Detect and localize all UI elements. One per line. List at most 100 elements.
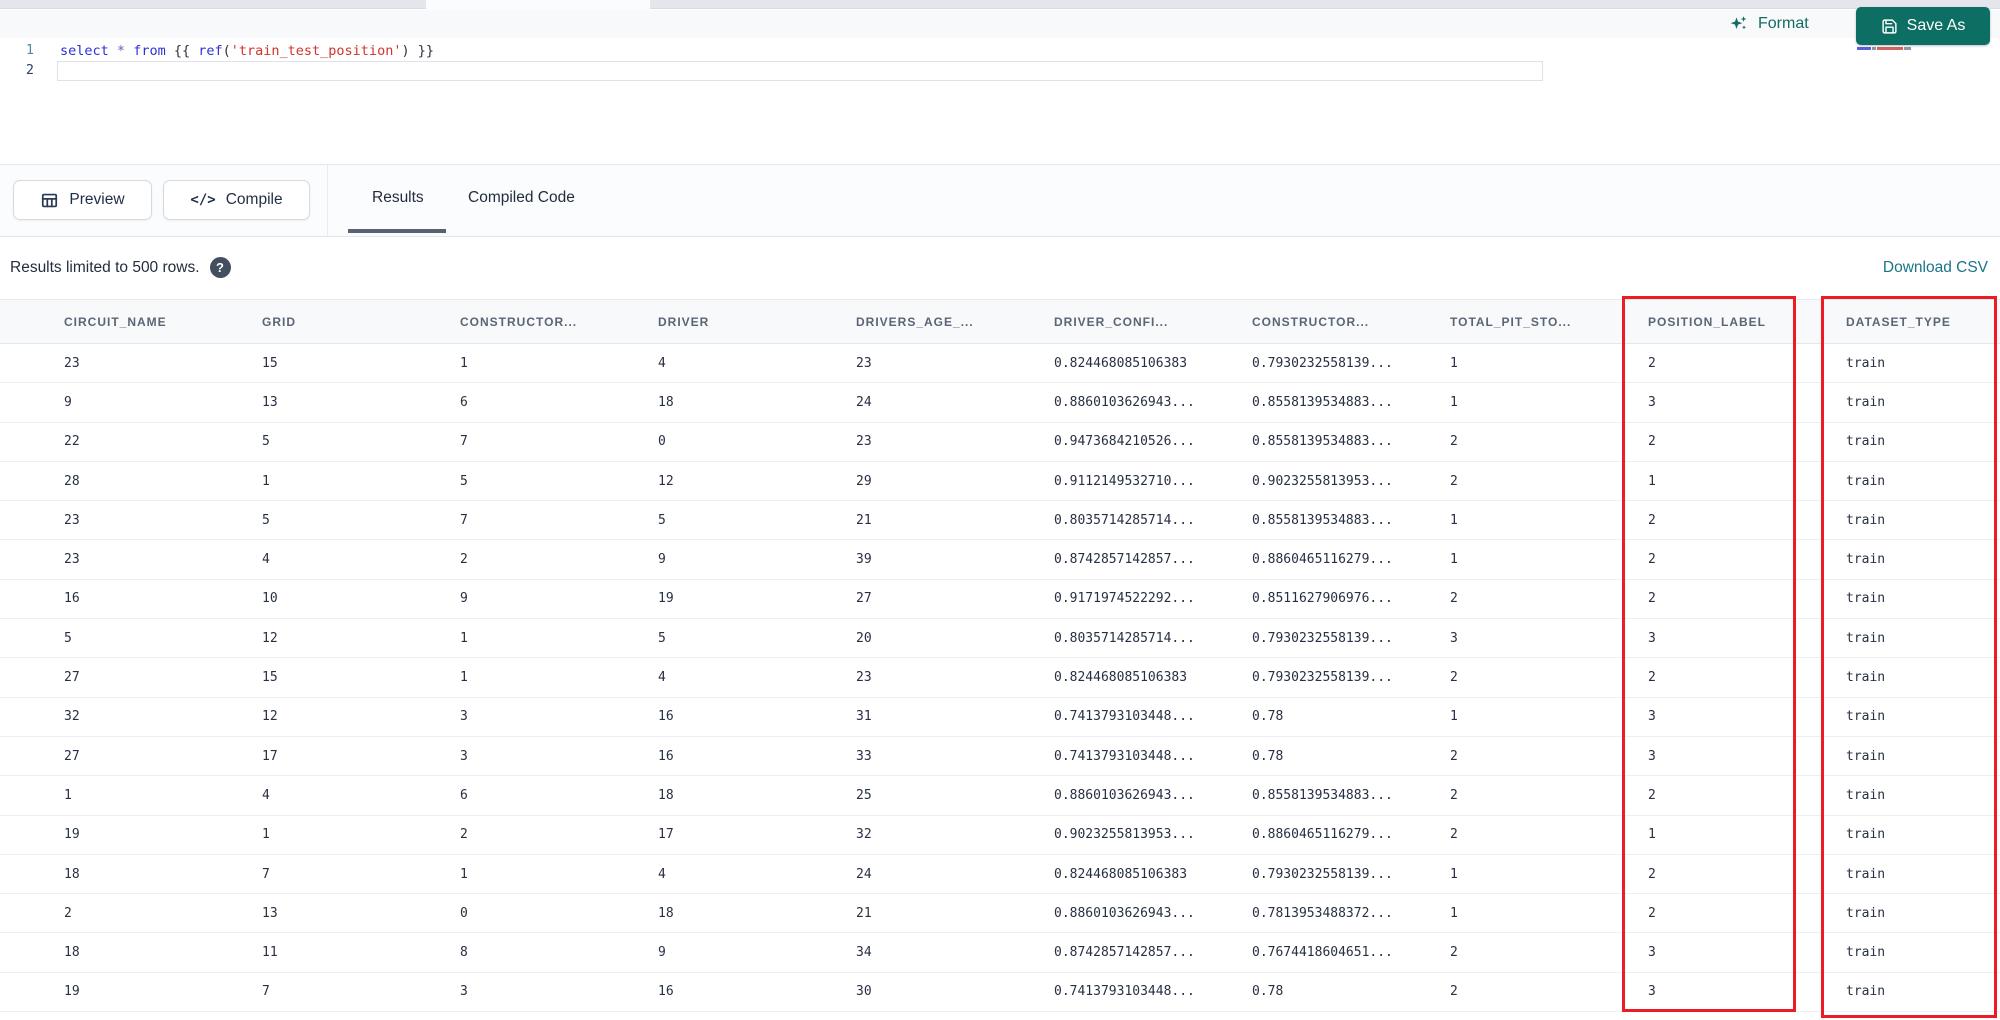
column-header[interactable]: DRIVER	[594, 299, 792, 344]
table-row: 18 11 8 9 34 0.8742857142857... 0.767441860465…	[0, 932, 2000, 973]
table-cell: 4	[198, 775, 396, 816]
compile-button[interactable]: </> Compile	[163, 180, 310, 220]
editor-minimap[interactable]	[1857, 47, 1917, 52]
table-cell: 24	[792, 382, 990, 423]
table-cell: 3	[396, 736, 594, 777]
table-cell: 5	[594, 500, 792, 541]
download-csv-link[interactable]: Download CSV	[1883, 259, 1988, 277]
table-cell: 1	[1386, 539, 1584, 580]
line-number-2: 2	[25, 62, 34, 78]
table-cell: train	[1782, 775, 2000, 816]
sql-editor-page: Format Save As 1 2 select * from {{ ref(…	[0, 0, 2000, 1020]
table-cell: 2	[396, 815, 594, 855]
code-editor[interactable]: 1 2 select * from {{ ref('train_test_pos…	[0, 38, 2000, 164]
table-cell: 22	[0, 422, 198, 462]
table-cell: 33	[792, 736, 990, 777]
table-cell: 2	[1584, 775, 1782, 816]
table-cell: 0.7930232558139...	[1188, 657, 1393, 698]
table-cell: 23	[792, 422, 990, 462]
active-tab-underline	[348, 229, 446, 233]
table-cell: 18	[0, 932, 198, 973]
table-cell: 31	[792, 697, 990, 737]
save-as-button[interactable]: Save As	[1856, 7, 1990, 45]
minimap-segment	[1872, 47, 1876, 50]
table-cell: 3	[1584, 972, 1782, 1013]
table-cell: train	[1782, 461, 2000, 502]
table-cell: 23	[0, 539, 198, 580]
table-cell: 18	[594, 893, 792, 934]
format-button[interactable]: Format	[1729, 12, 1809, 36]
table-cell: 0.824468085106383	[990, 657, 1188, 698]
table-row: 27 15 1 4 23 0.824468085106383 0.7930232558139…	[0, 657, 2000, 698]
column-header[interactable]: POSITION_LABEL	[1584, 299, 1782, 344]
table-row: 23 5 7 5 21 0.8035714285714... 0.8558139534883…	[0, 500, 2000, 541]
table-cell: 21	[792, 500, 990, 541]
column-header[interactable]: CONSTRUCTOR...	[1188, 299, 1386, 344]
table-row: 18 7 1 4 24 0.824468085106383 0.7930232558139.…	[0, 854, 2000, 895]
table-cell: 2	[0, 893, 198, 934]
table-cell: 1	[396, 618, 594, 659]
table-cell: 1	[1386, 343, 1584, 384]
table-cell: 5	[0, 618, 198, 659]
sparkles-icon	[1729, 14, 1749, 34]
table-cell: 19	[0, 815, 198, 855]
table-cell: 2	[1584, 539, 1782, 580]
table-cell: 6	[396, 775, 594, 816]
column-header[interactable]: TOTAL_PIT_STO...	[1386, 299, 1584, 344]
table-cell: 0.9023255813953...	[990, 815, 1195, 855]
table-cell: 27	[0, 657, 198, 698]
table-cell: 2	[1386, 815, 1584, 855]
table-cell: 0.8860465116279...	[1188, 815, 1393, 855]
table-cell: 2	[1386, 932, 1584, 973]
table-row: 27 17 3 16 33 0.7413793103448... 0.78 2 3 train	[0, 736, 2000, 777]
column-header[interactable]: DRIVERS_AGE_...	[792, 299, 990, 344]
table-row: 28 1 5 12 29 0.9112149532710... 0.902325581395…	[0, 461, 2000, 502]
table-cell: 0.8511627906976...	[1188, 579, 1393, 620]
table-row: 32 12 3 16 31 0.7413793103448... 0.78 1 3 train	[0, 697, 2000, 737]
table-row: 2 13 0 18 21 0.8860103626943... 0.781395348837…	[0, 893, 2000, 934]
table-cell: train	[1782, 815, 2000, 855]
active-file-tab[interactable]	[426, 0, 650, 10]
table-cell: 0.8742857142857...	[990, 539, 1195, 580]
table-cell: 32	[0, 697, 198, 737]
table-cell: 3	[1584, 618, 1782, 659]
table-body: 23 15 1 4 23 0.824468085106383 0.7930232558139…	[0, 343, 2000, 1013]
table-cell: train	[1782, 657, 2000, 698]
table-cell: 0.7413793103448...	[990, 736, 1195, 777]
table-cell: 5	[198, 422, 396, 462]
table-cell: 23	[0, 500, 198, 541]
table-row: 16 10 9 19 27 0.9171974522292... 0.85116279069…	[0, 579, 2000, 620]
tab-results[interactable]: Results	[372, 189, 424, 207]
table-cell: 5	[594, 618, 792, 659]
column-header[interactable]: DATASET_TYPE	[1782, 299, 2000, 344]
save-icon	[1881, 18, 1898, 35]
table-cell: 2	[1386, 657, 1584, 698]
table-cell: 2	[1386, 775, 1584, 816]
table-cell: 16	[0, 579, 198, 620]
table-cell: 0.9023255813953...	[1188, 461, 1393, 502]
table-cell: 3	[1584, 697, 1782, 737]
table-cell: 20	[792, 618, 990, 659]
current-line-highlight	[57, 61, 1543, 81]
preview-button[interactable]: Preview	[13, 180, 152, 220]
table-cell: 30	[792, 972, 990, 1013]
code-token-plain: {{	[165, 43, 199, 59]
table-cell: 8	[396, 932, 594, 973]
table-cell: 0.824468085106383	[990, 854, 1188, 895]
help-icon[interactable]: ?	[209, 257, 231, 278]
table-cell: 0.7674418604651...	[1188, 932, 1393, 973]
table-cell: 1	[198, 461, 396, 502]
column-header[interactable]: DRIVER_CONFI...	[990, 299, 1188, 344]
table-cell: 2	[1584, 854, 1782, 895]
table-cell: 34	[792, 932, 990, 973]
table-cell: 1	[198, 815, 396, 855]
column-header[interactable]: GRID	[198, 299, 396, 344]
column-header[interactable]: CONSTRUCTOR...	[396, 299, 594, 344]
table-cell: 2	[396, 539, 594, 580]
code-token-function: ref	[198, 43, 223, 59]
column-header[interactable]: CIRCUIT_NAME	[0, 299, 198, 344]
tab-compiled-code[interactable]: Compiled Code	[468, 189, 575, 207]
table-cell: train	[1782, 736, 2000, 777]
table-cell: 0.8558139534883...	[1188, 500, 1393, 541]
